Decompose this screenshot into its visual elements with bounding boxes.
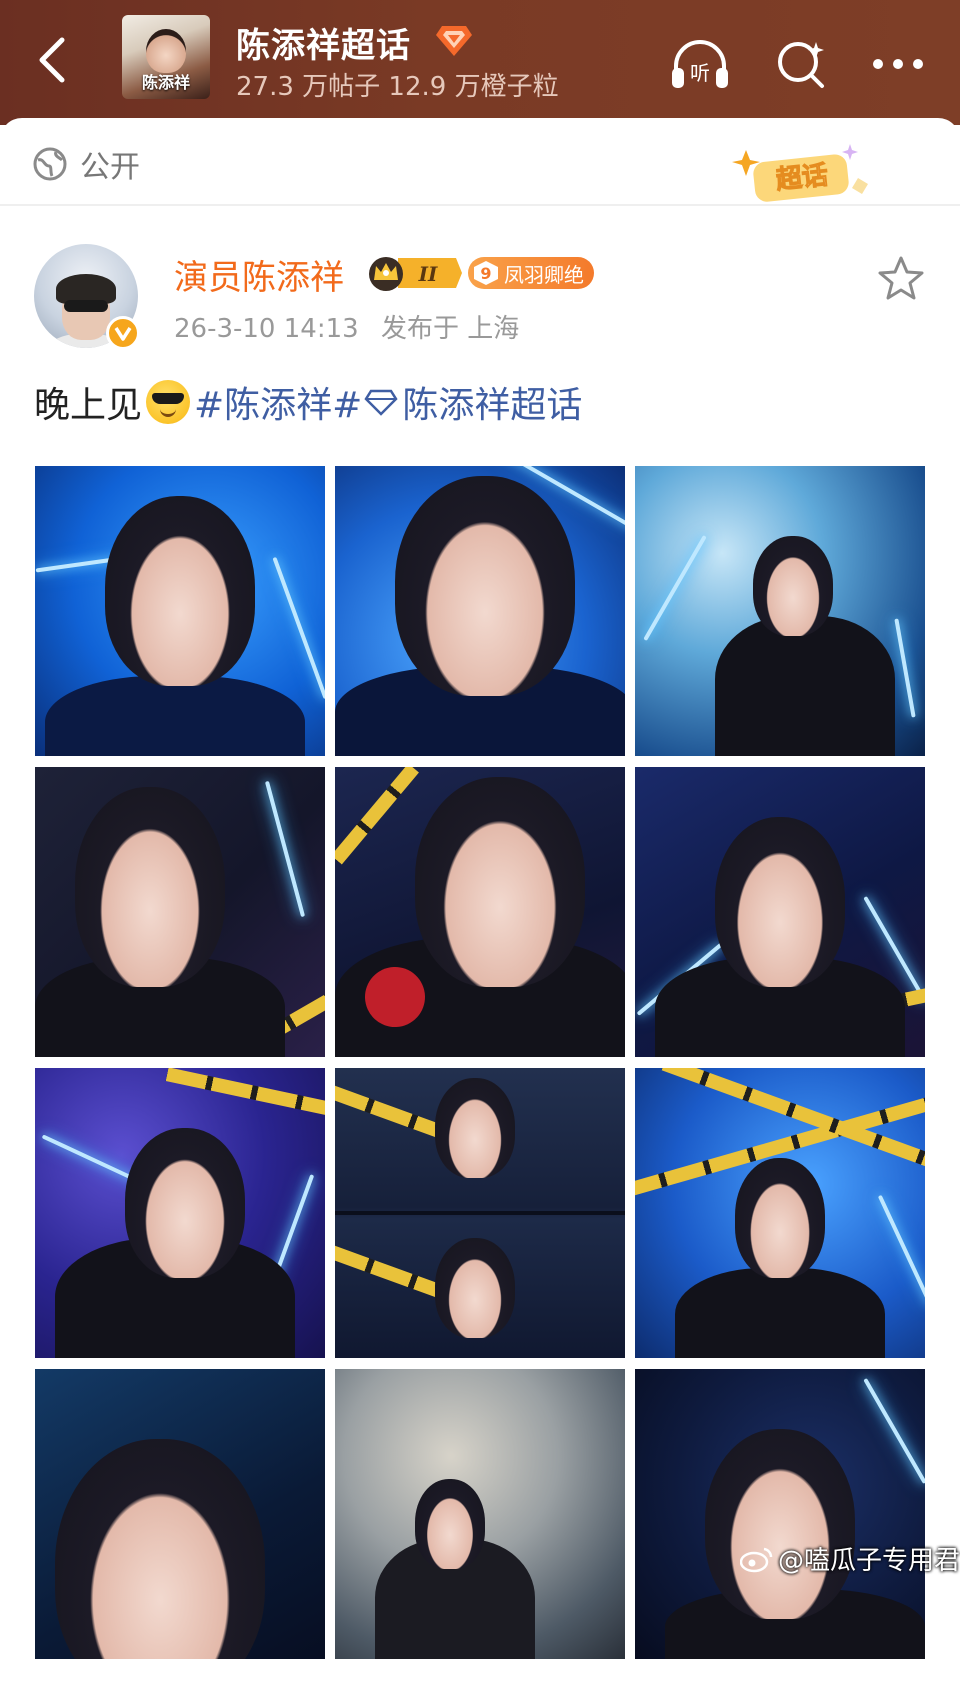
divider bbox=[0, 204, 960, 206]
fan-badge-text: 凤羽卿绝 bbox=[504, 262, 584, 287]
photo-3[interactable] bbox=[635, 466, 925, 756]
photo-12[interactable] bbox=[635, 1369, 925, 1659]
more-button[interactable] bbox=[866, 34, 930, 94]
post-text: 晚上见 #陈添祥# 陈添祥超话 bbox=[34, 376, 582, 428]
cover-title: 陈添祥 bbox=[141, 73, 190, 92]
search-button[interactable] bbox=[770, 34, 834, 94]
headphones-icon: 听 bbox=[672, 40, 728, 88]
photo-1[interactable] bbox=[35, 466, 325, 756]
topic-stats: 27.3 万帖子 12.9 万橙子粒 bbox=[236, 72, 559, 102]
post-timestamp: 26-3-10 14:13 bbox=[174, 314, 359, 344]
supertopic-badge-graphic: 超话 bbox=[732, 144, 868, 202]
photo-6[interactable] bbox=[635, 767, 925, 1057]
fan-level-number: 9 bbox=[474, 261, 498, 285]
topic-header: 陈添祥 陈添祥超话 27.3 万帖子 12.9 万橙子粒 听 bbox=[0, 0, 960, 125]
photo-5[interactable] bbox=[335, 767, 625, 1057]
supertopic-link-label: 陈添祥超话 bbox=[402, 385, 583, 426]
verified-badge bbox=[106, 316, 140, 350]
visibility-label: 公开 bbox=[80, 150, 140, 185]
search-sparkle-icon bbox=[778, 42, 824, 88]
back-arrow-icon bbox=[39, 37, 65, 83]
sunglasses-emoji-icon bbox=[146, 380, 191, 424]
watermark-text: @嗑瓜子专用君 bbox=[778, 1546, 960, 1576]
visibility-indicator[interactable]: 公开 bbox=[32, 144, 140, 185]
photo-7[interactable] bbox=[35, 1068, 325, 1358]
svg-text:超话: 超话 bbox=[775, 160, 830, 195]
diamond-icon bbox=[436, 26, 472, 56]
photo-9[interactable] bbox=[635, 1068, 925, 1358]
topic-cover-image[interactable]: 陈添祥 bbox=[122, 15, 210, 99]
verified-v-icon bbox=[114, 327, 132, 341]
post-text-prefix: 晚上见 bbox=[34, 385, 143, 426]
crown-icon: II bbox=[369, 257, 462, 291]
weibo-logo-icon bbox=[740, 1547, 773, 1572]
photo-4[interactable] bbox=[35, 767, 325, 1057]
svg-text:听: 听 bbox=[690, 61, 710, 85]
globe-icon bbox=[33, 147, 67, 181]
watermark: @嗑瓜子专用君 bbox=[740, 1540, 960, 1577]
hashtag-link[interactable]: #陈添祥# bbox=[194, 376, 362, 428]
supertopic-badge[interactable]: 超话 bbox=[732, 140, 882, 206]
photo-10[interactable] bbox=[35, 1369, 325, 1659]
star-icon[interactable] bbox=[876, 254, 926, 304]
photo-grid bbox=[35, 466, 927, 1659]
back-button[interactable] bbox=[26, 30, 76, 90]
post-location: 发布于 上海 bbox=[380, 314, 520, 344]
listen-button[interactable]: 听 bbox=[668, 34, 732, 94]
more-icon bbox=[873, 59, 923, 69]
supertopic-link[interactable]: 陈添祥超话 bbox=[362, 376, 582, 428]
svg-text:II: II bbox=[418, 262, 438, 286]
photo-11[interactable] bbox=[335, 1369, 625, 1659]
fan-level-badge[interactable]: 9 凤羽卿绝 bbox=[468, 257, 594, 289]
photo-2[interactable] bbox=[335, 466, 625, 756]
author-name[interactable]: 演员陈添祥 bbox=[174, 250, 344, 299]
photo-8[interactable] bbox=[335, 1068, 625, 1358]
diamond-small-icon bbox=[364, 389, 398, 416]
post-meta: 26-3-10 14:13 发布于 上海 bbox=[174, 308, 533, 345]
topic-title[interactable]: 陈添祥超话 bbox=[236, 18, 411, 67]
